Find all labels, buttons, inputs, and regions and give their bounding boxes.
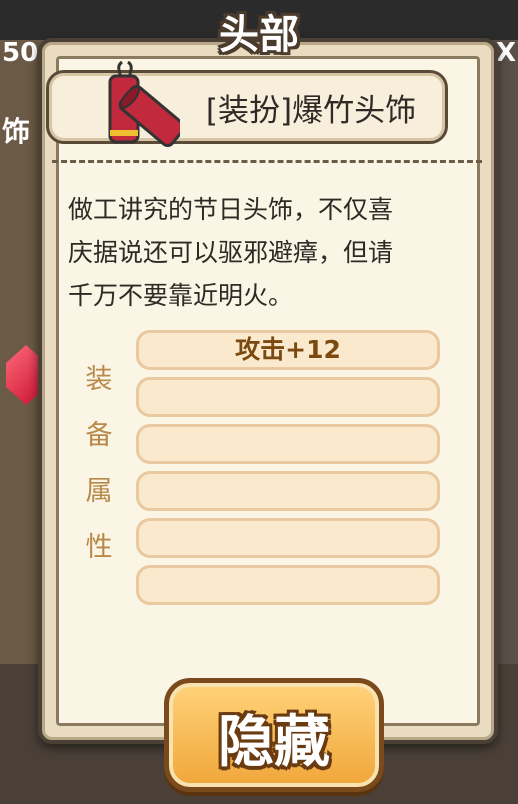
- item-description: 做工讲究的节日头饰，不仅喜 庆据说还可以驱邪避瘴，但请 千万不要靠近明火。: [68, 188, 458, 317]
- background-side-label: 饰: [2, 115, 31, 148]
- attribute-slot: [136, 377, 440, 417]
- description-line: 庆据说还可以驱邪避瘴，但请: [68, 238, 394, 267]
- description-line: 做工讲究的节日头饰，不仅喜: [68, 195, 394, 224]
- attribute-slot: [136, 471, 440, 511]
- attr-label-char: 属: [85, 476, 113, 507]
- attribute-slot: [136, 424, 440, 464]
- hide-button[interactable]: 隐藏: [164, 678, 384, 792]
- panel-title: 头部: [219, 12, 299, 58]
- attr-label-char: 备: [85, 420, 113, 451]
- attr-label-char: 性: [85, 532, 113, 563]
- hide-button-label: 隐藏: [218, 710, 330, 775]
- firecracker-icon: [108, 60, 180, 148]
- item-name: [装扮]爆竹头饰: [205, 93, 417, 129]
- attribute-slot: [136, 518, 440, 558]
- attr-label-char: 装: [85, 364, 113, 395]
- equipment-attributes-label: 装 备 属 性: [82, 352, 116, 576]
- divider-top: [52, 160, 482, 163]
- description-line: 千万不要靠近明火。: [68, 281, 294, 310]
- attribute-slot: [136, 565, 440, 605]
- attribute-slot: 攻击+12: [136, 330, 440, 370]
